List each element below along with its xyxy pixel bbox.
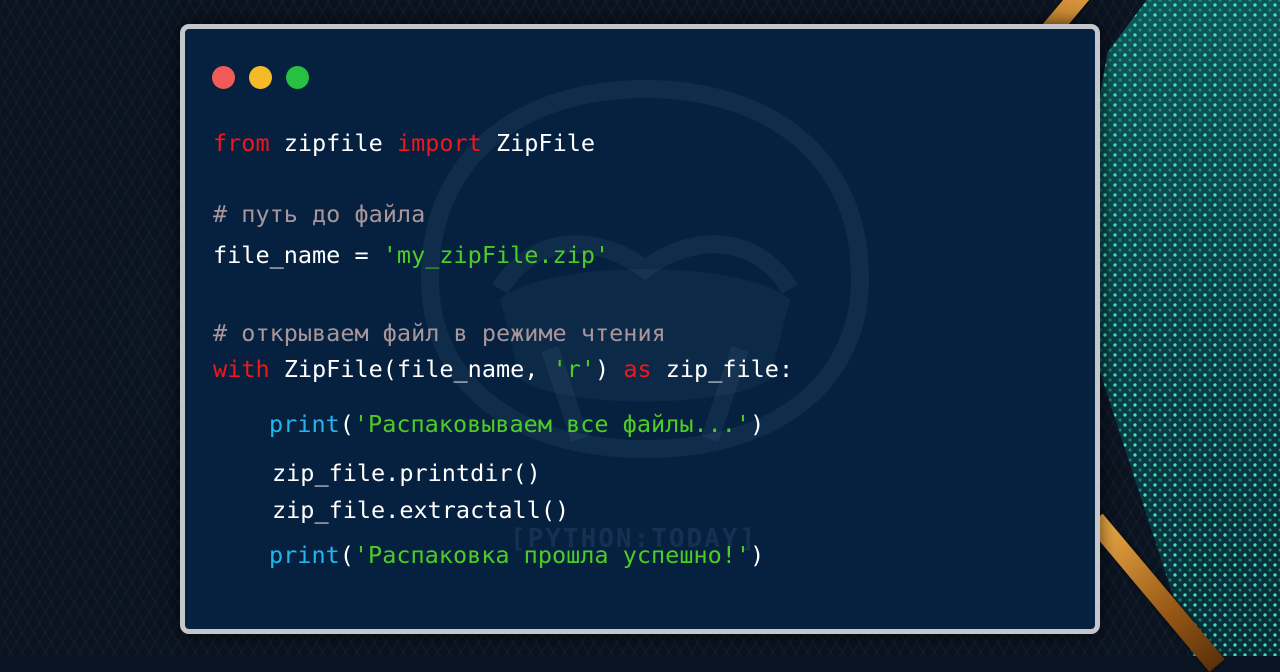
code-line-1: from zipfile import ZipFile (213, 129, 595, 157)
paren-close: ) (595, 355, 624, 383)
method-call: zip_file.extractall() (272, 496, 570, 524)
paren-open: ( (339, 410, 354, 438)
close-dot[interactable] (212, 66, 235, 89)
call-expr: ZipFile(file_name, (269, 355, 553, 383)
code-window: [PYTHON:TODAY] from zipfile import ZipFi… (180, 24, 1100, 634)
target-var: zip_file: (651, 355, 794, 383)
module-name: zipfile (269, 129, 397, 157)
builtin-function: print (269, 410, 340, 438)
code-line-6: print('Распаковываем все файлы...') (269, 410, 764, 438)
keyword: as (623, 355, 652, 383)
code-line-8: zip_file.extractall() (272, 496, 569, 524)
builtin-function: print (269, 541, 340, 569)
class-name: ZipFile (481, 129, 596, 157)
paren-open: ( (339, 541, 354, 569)
maximize-dot[interactable] (286, 66, 309, 89)
paren-close: ) (750, 541, 765, 569)
comment: # путь до файла (213, 200, 426, 228)
keyword: from (213, 129, 270, 157)
string-literal: 'my_zipFile.zip' (382, 241, 610, 269)
string-literal: 'r' (552, 355, 596, 383)
code-line-3: file_name = 'my_zipFile.zip' (213, 241, 609, 269)
code-line-5: with ZipFile(file_name, 'r') as zip_file… (213, 355, 793, 383)
minimize-dot[interactable] (249, 66, 272, 89)
paren-close: ) (750, 410, 765, 438)
code-line-4: # открываем файл в режиме чтения (213, 319, 666, 347)
string-literal: 'Распаковываем все файлы...' (353, 410, 751, 438)
assignment: file_name = (213, 241, 383, 269)
string-literal: 'Распаковка прошла успешно!' (353, 541, 751, 569)
code-line-9: print('Распаковка прошла успешно!') (269, 541, 764, 569)
code-line-2: # путь до файла (213, 200, 425, 228)
window-controls (212, 66, 309, 89)
method-call: zip_file.printdir() (272, 459, 541, 487)
keyword: with (213, 355, 270, 383)
keyword: import (396, 129, 482, 157)
comment: # открываем файл в режиме чтения (213, 319, 666, 347)
snake-logo-watermark (420, 79, 870, 459)
code-line-7: zip_file.printdir() (272, 459, 541, 487)
